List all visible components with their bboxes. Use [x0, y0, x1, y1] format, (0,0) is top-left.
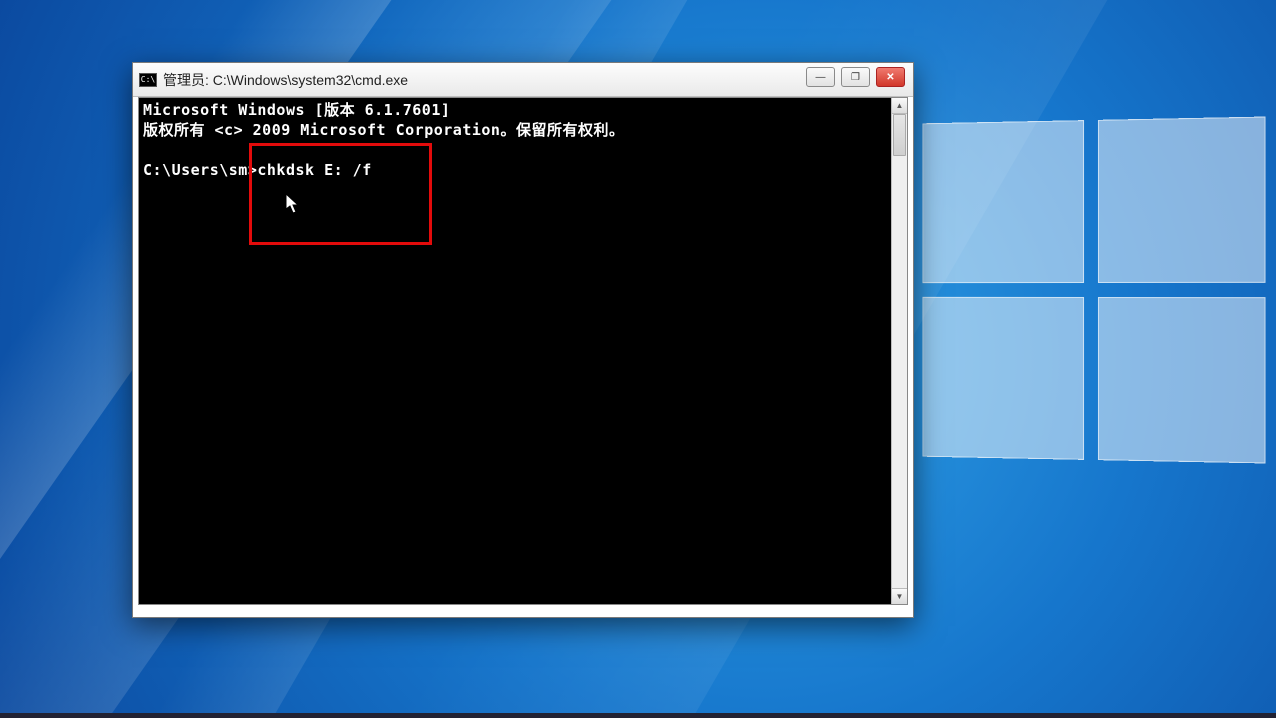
console-line: 版权所有 <c> 2009 Microsoft Corporation。保留所有…	[143, 121, 624, 139]
console-prompt-line: C:\Users\sm>chkdsk E: /f	[143, 161, 372, 179]
maximize-button[interactable]: ❐	[841, 67, 870, 87]
desktop: C:\ 管理员: C:\Windows\system32\cmd.exe — ❐…	[0, 0, 1276, 718]
titlebar[interactable]: C:\ 管理员: C:\Windows\system32\cmd.exe — ❐…	[133, 63, 913, 97]
cmd-icon: C:\	[139, 73, 157, 87]
minimize-button[interactable]: —	[806, 67, 835, 87]
cmd-window: C:\ 管理员: C:\Windows\system32\cmd.exe — ❐…	[132, 62, 914, 618]
console-frame: Microsoft Windows [版本 6.1.7601] 版权所有 <c>…	[138, 97, 908, 605]
window-controls: — ❐ ✕	[806, 67, 905, 87]
scroll-thumb[interactable]	[893, 114, 906, 156]
scroll-down-button[interactable]: ▼	[892, 588, 907, 604]
console-output[interactable]: Microsoft Windows [版本 6.1.7601] 版权所有 <c>…	[139, 98, 891, 604]
close-button[interactable]: ✕	[876, 67, 905, 87]
taskbar-edge	[0, 713, 1276, 718]
window-title: 管理员: C:\Windows\system32\cmd.exe	[163, 70, 408, 90]
vertical-scrollbar[interactable]: ▲ ▼	[891, 98, 907, 604]
windows-logo	[922, 117, 1265, 464]
console-line: Microsoft Windows [版本 6.1.7601]	[143, 101, 450, 119]
scroll-up-button[interactable]: ▲	[892, 98, 907, 114]
